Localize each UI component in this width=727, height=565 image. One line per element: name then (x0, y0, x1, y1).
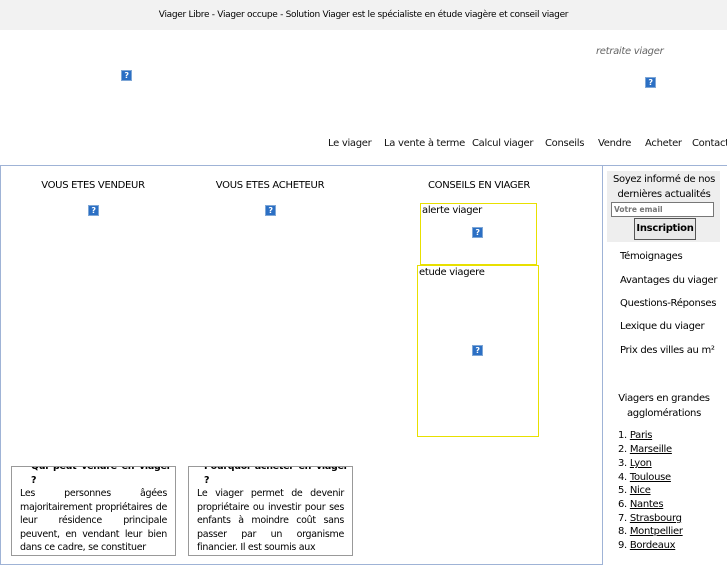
city-item[interactable]: 5. Nice (618, 484, 651, 498)
sidebar-link-prix[interactable]: Prix des villes au m² (620, 345, 715, 356)
nav-calcul-viager[interactable]: Calcul viager (472, 138, 534, 149)
city-link[interactable]: Lyon (630, 458, 652, 469)
sidebar-link-questions[interactable]: Questions-Réponses (620, 298, 716, 309)
city-link[interactable]: Montpellier (630, 526, 683, 537)
city-link[interactable]: Bordeaux (630, 540, 676, 551)
inscription-button[interactable]: Inscription (634, 218, 696, 240)
nav-contact[interactable]: Contact (692, 138, 727, 149)
nav-vendre[interactable]: Vendre (598, 138, 631, 149)
email-input[interactable] (611, 202, 714, 217)
alerte-broken-image-icon[interactable]: ? (472, 227, 483, 238)
nav-vente-a-terme[interactable]: La vente à terme (384, 138, 465, 149)
acheter-fieldset: Pourquoi acheter en viager ? Le viager p… (188, 466, 353, 556)
vendre-fieldset: Qui peut vendre en viager ? Les personne… (11, 466, 176, 556)
city-link[interactable]: Toulouse (630, 472, 671, 483)
city-item[interactable]: 2. Marseille (618, 443, 672, 457)
city-item[interactable]: 9. Bordeaux (618, 539, 676, 553)
city-item[interactable]: 3. Lyon (618, 457, 652, 471)
city-item[interactable]: 7. Strasbourg (618, 512, 682, 526)
top-banner-text: Viager Libre - Viager occupe - Solution … (158, 10, 569, 20)
nav-conseils[interactable]: Conseils (545, 138, 584, 149)
city-link[interactable]: Paris (630, 430, 653, 441)
nav-acheter[interactable]: Acheter (645, 138, 682, 149)
sidebar-link-temoignages[interactable]: Témoignages (620, 251, 683, 262)
sidebar-link-avantages[interactable]: Avantages du viager (620, 275, 717, 286)
acheter-legend: Pourquoi acheter en viager ? (200, 467, 352, 488)
acheteur-broken-image-icon[interactable]: ? (265, 205, 276, 216)
city-link[interactable]: Nice (630, 485, 651, 496)
city-item[interactable]: 6. Nantes (618, 498, 664, 512)
vendeur-heading: VOUS ETES VENDEUR (41, 180, 145, 191)
conseils-heading: CONSEILS EN VIAGER (427, 180, 531, 191)
city-item[interactable]: 1. Paris (618, 429, 652, 443)
header-tagline: retraite viager (596, 46, 664, 57)
logo-broken-image-icon[interactable]: ? (121, 70, 132, 81)
nav-le-viager[interactable]: Le viager (328, 138, 372, 149)
city-link[interactable]: Marseille (630, 444, 672, 455)
header-broken-image-icon: ? (645, 77, 656, 88)
alerte-viager-label: alerte viager (422, 205, 482, 216)
city-link[interactable]: Nantes (630, 499, 664, 510)
sidebar-link-lexique[interactable]: Lexique du viager (620, 321, 705, 332)
city-item[interactable]: 4. Toulouse (618, 471, 671, 485)
etude-broken-image-icon[interactable]: ? (472, 345, 483, 356)
top-banner: Viager Libre - Viager occupe - Solution … (0, 0, 727, 30)
acheter-body: Le viager permet de devenir propriétaire… (197, 488, 344, 553)
vendre-legend: Qui peut vendre en viager ? (27, 467, 175, 488)
etude-viagere-label: etude viagere (419, 267, 485, 278)
city-item[interactable]: 8. Montpellier (618, 525, 683, 539)
vendeur-broken-image-icon[interactable]: ? (88, 205, 99, 216)
cities-title: Viagers en grandes agglomérations (618, 393, 710, 419)
acheteur-heading: VOUS ETES ACHETEUR (215, 180, 325, 191)
vendre-body: Les personnes âgées majoritairement prop… (20, 488, 167, 553)
newsletter-text: Soyez informé de nos dernières actualité… (612, 174, 716, 200)
city-link[interactable]: Strasbourg (630, 513, 682, 524)
